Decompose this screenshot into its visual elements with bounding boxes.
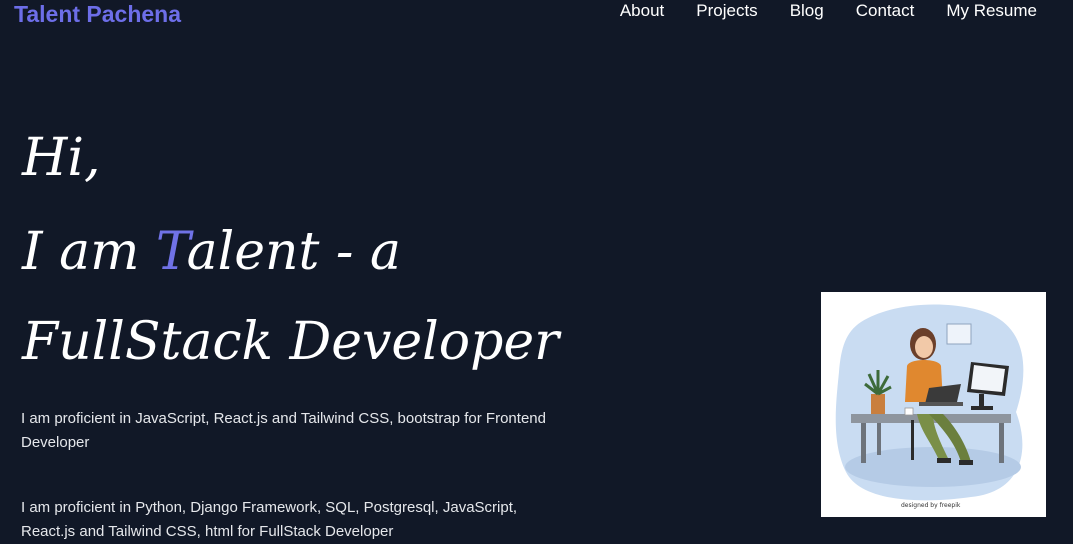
brand-logo-link[interactable]: Talent Pachena [14, 0, 181, 28]
hero-greeting: Hi, [22, 128, 101, 188]
hero-intro-prefix: I am [22, 222, 156, 282]
nav-link-about[interactable]: About [620, 0, 664, 22]
hero-role: FullStack Developer [22, 312, 559, 372]
hero-intro: I am Talent - a [22, 222, 401, 282]
nav-link-projects[interactable]: Projects [696, 0, 757, 22]
nav-link-resume[interactable]: My Resume [946, 0, 1037, 22]
hero-name-initial: T [155, 222, 187, 282]
developer-illustration-icon [835, 304, 1024, 501]
hero-intro-suffix: alent - a [186, 222, 402, 282]
nav-link-contact[interactable]: Contact [856, 0, 915, 22]
developer-illustration: designed by freepik [821, 292, 1046, 517]
about-paragraph-fullstack: I am proficient in Python, Django Framew… [21, 499, 518, 540]
illustration-credit: designed by freepik [901, 502, 961, 509]
about-paragraph-frontend: I am proficient in JavaScript, React.js … [21, 410, 546, 451]
main-nav: About Projects Blog Contact My Resume [588, 0, 1037, 22]
nav-link-blog[interactable]: Blog [790, 0, 824, 22]
